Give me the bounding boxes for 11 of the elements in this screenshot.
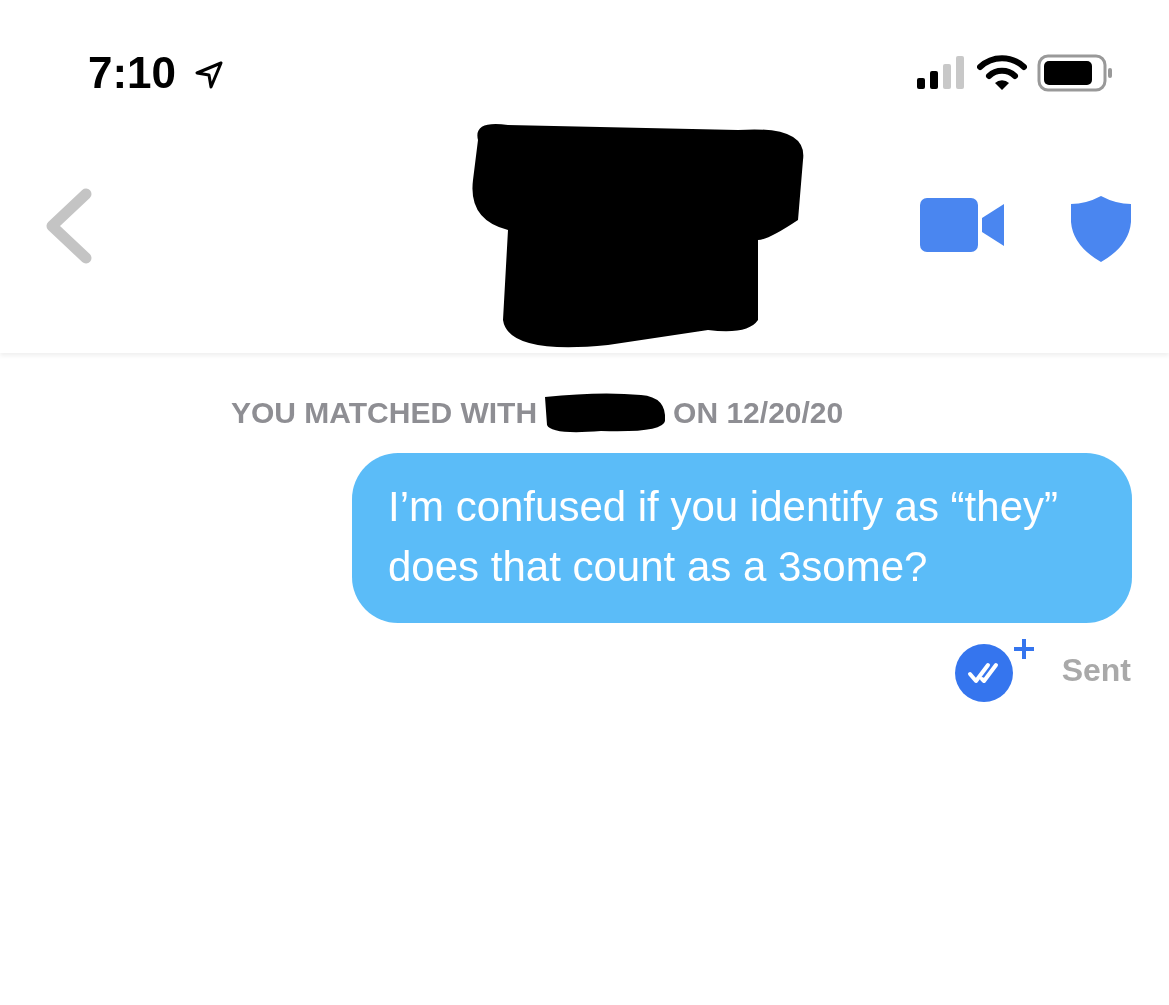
wifi-icon — [977, 55, 1027, 91]
battery-icon — [1037, 54, 1113, 92]
location-arrow-icon — [194, 60, 225, 90]
status-time: 7:10 — [88, 48, 177, 98]
message-status: Sent — [1061, 651, 1131, 689]
message-text: I’m confused if you identify as “they” does that count as a 3some? — [388, 483, 1058, 590]
video-camera-icon[interactable] — [920, 198, 1006, 252]
match-date-text: ON 12/20/20 — [673, 396, 844, 430]
signal-icon — [917, 56, 967, 90]
shield-icon[interactable] — [1071, 196, 1131, 262]
match-notice-text: YOU MATCHED WITH — [231, 396, 538, 430]
